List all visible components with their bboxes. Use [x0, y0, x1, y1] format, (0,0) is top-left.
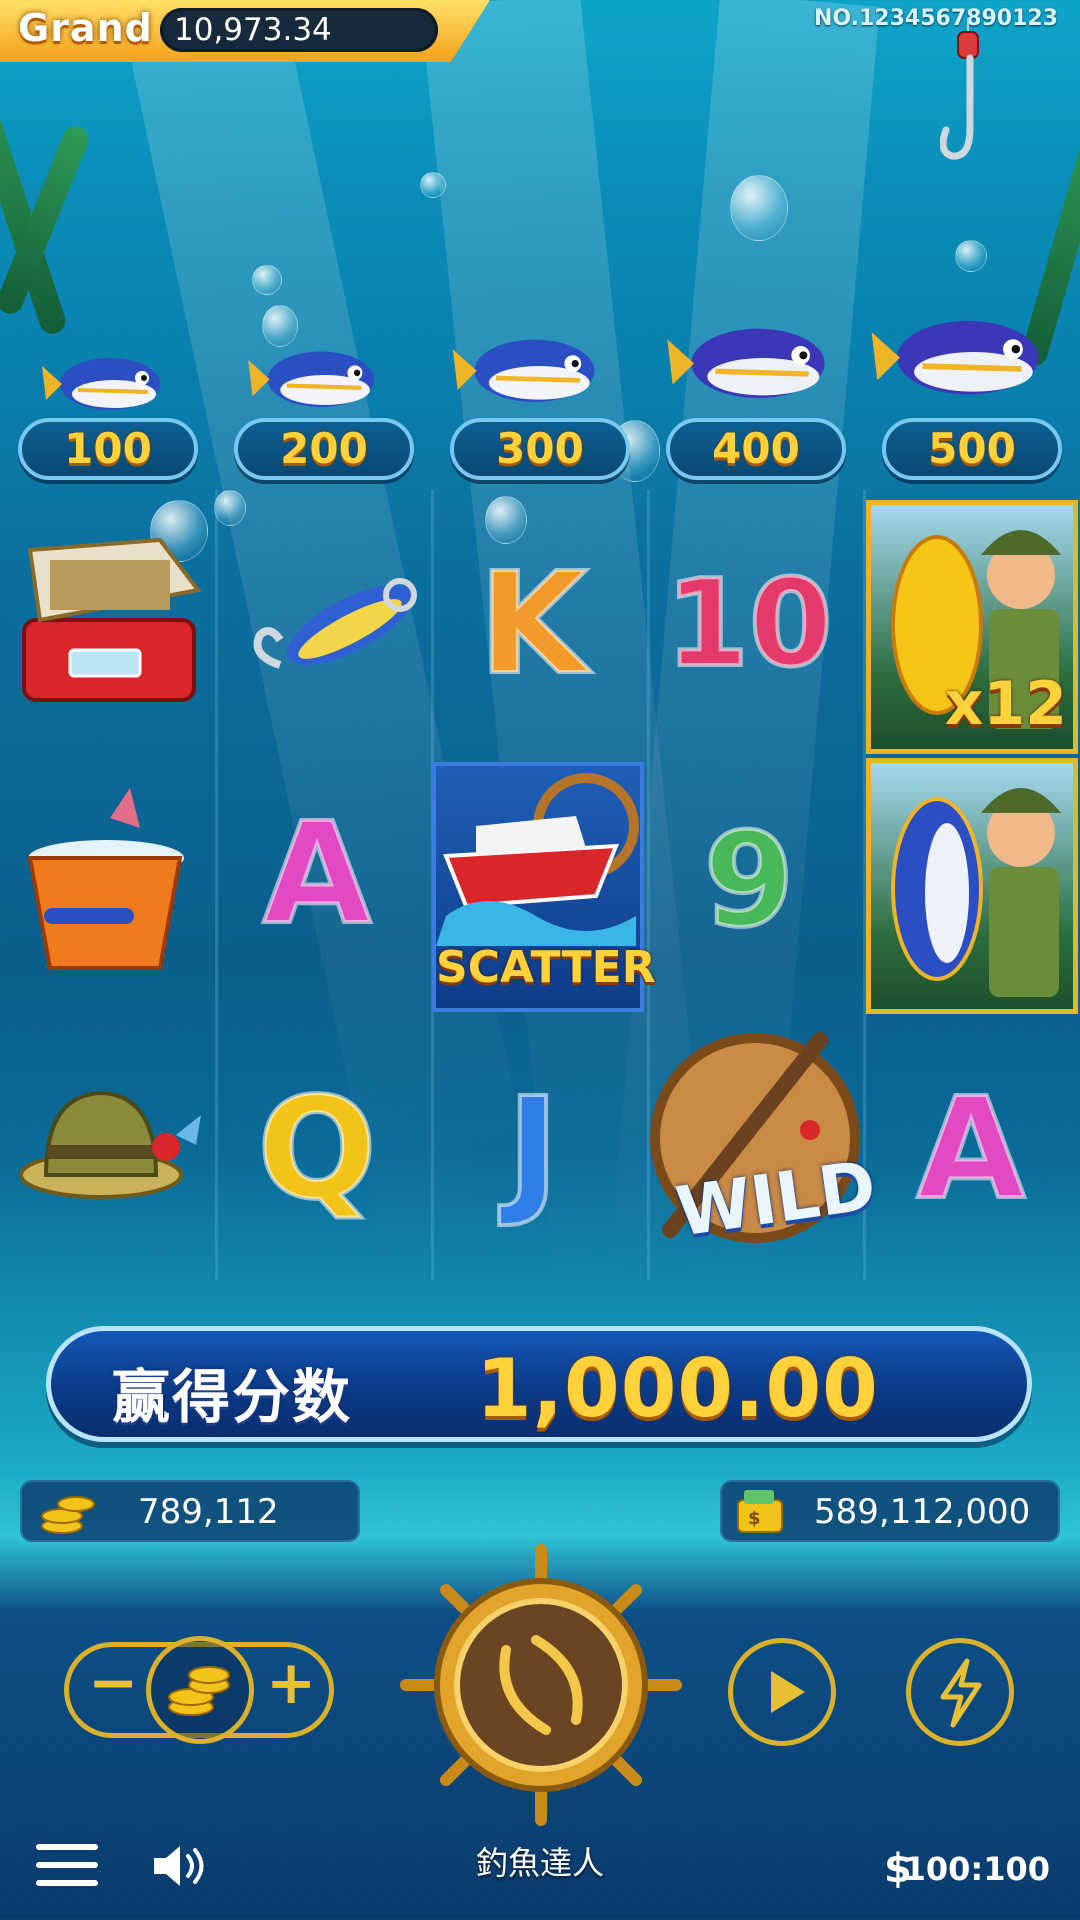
multiplier-label: x12 [944, 669, 1067, 739]
denomination-ratio: 100:100 [903, 1850, 1050, 1888]
wallet-icon: $ [737, 1490, 783, 1533]
win-label: 赢得分数 [112, 1363, 353, 1431]
scatter-symbol: SCATTER [432, 762, 656, 1012]
paytable-value: 200 [234, 418, 414, 480]
round-serial: NO.1234567890123 [814, 6, 1058, 31]
coins-icon [168, 1666, 230, 1716]
play-icon [771, 1671, 805, 1713]
symbol-A-letter: A [915, 1068, 1027, 1231]
jackpot-value: 10,973.34 [174, 12, 332, 48]
lightning-icon [940, 1658, 982, 1728]
paytable-value: 300 [450, 418, 630, 480]
symbol-A: A [217, 755, 417, 995]
balance-amount: 589,112,000 [814, 1492, 1031, 1532]
svg-text:$: $ [748, 1508, 761, 1529]
symbol-A-letter: A [261, 793, 373, 956]
bet-coins-button[interactable] [146, 1636, 254, 1744]
symbol-Q-letter: Q [255, 1068, 378, 1231]
symbol-K: K [433, 505, 633, 745]
jackpot-label: Grand [18, 6, 153, 50]
paytable-value: 500 [882, 418, 1062, 480]
symbol-9-letter: 9 [702, 804, 796, 956]
paytable-fish-icon [42, 358, 160, 410]
bubble [420, 172, 446, 198]
fisherman-icon [891, 788, 1061, 997]
bubble [214, 490, 246, 526]
fisherman-tuna-symbol [866, 758, 1078, 1014]
scatter-label: SCATTER [436, 942, 656, 993]
symbol-10: 10 [649, 505, 849, 745]
symbol-K-letter: K [477, 543, 589, 706]
symbol-J: J [433, 1030, 633, 1270]
paytable-fish-icon [452, 339, 595, 402]
tackle-box-icon [22, 537, 202, 702]
win-amount: 1,000.00 [476, 1342, 879, 1435]
fishing-lure-icon [253, 578, 417, 669]
paytable-value: 400 [666, 418, 846, 480]
paytable-fish-icon [248, 351, 375, 407]
autoplay-button[interactable] [728, 1638, 836, 1746]
symbol-10-letter: 10 [664, 555, 835, 694]
bet-amount: 789,112 [138, 1492, 279, 1532]
symbol-A: A [871, 1030, 1071, 1270]
fishing-hook-icon [940, 18, 979, 160]
decrease-bet-button[interactable]: − [88, 1648, 138, 1718]
turbo-button[interactable] [906, 1638, 1014, 1746]
coins-icon [41, 1496, 95, 1534]
fisherman-golden-fish-symbol: x12 [866, 500, 1078, 754]
paytable-fish-icon [667, 328, 825, 398]
fishing-hat-icon [19, 1090, 201, 1199]
bubble [955, 240, 987, 272]
bubble [252, 265, 282, 295]
bubble [730, 175, 788, 241]
yacht-icon [436, 773, 639, 946]
symbol-Q: Q [217, 1030, 417, 1270]
paytable-value: 100 [18, 418, 198, 480]
symbol-9: 9 [649, 760, 849, 1000]
increase-bet-button[interactable]: + [266, 1648, 316, 1718]
paytable-fish-icon [871, 320, 1039, 395]
symbol-J-letter: J [505, 1068, 561, 1231]
fish-bucket-icon [27, 788, 184, 970]
spin-button[interactable] [396, 1540, 686, 1830]
